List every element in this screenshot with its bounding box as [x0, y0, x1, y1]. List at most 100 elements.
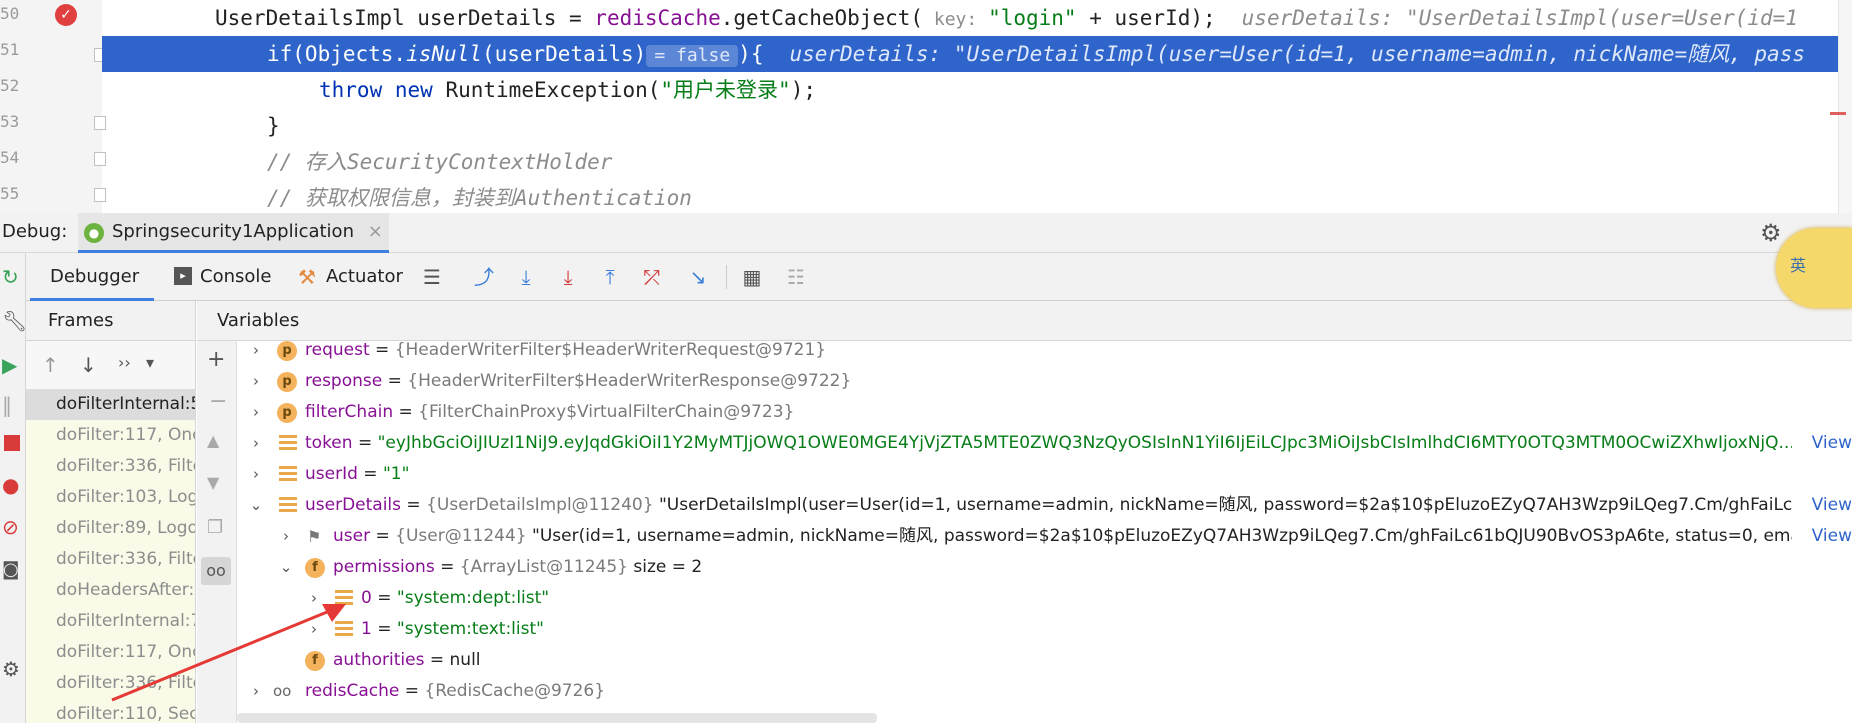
variable-value: "system:text:list" — [396, 619, 544, 639]
variable-row[interactable]: › p response = {HeaderWriterFilter$Heade… — [237, 366, 1852, 397]
chevron-down-icon[interactable]: ⌄ — [279, 552, 293, 583]
evaluate-expression-icon[interactable]: ▦ — [740, 265, 764, 289]
keyword: throw — [319, 78, 383, 102]
frame-item[interactable]: doFilter:336, Filte — [26, 544, 195, 575]
mute-breakpoints-icon[interactable]: ⊘ — [2, 515, 19, 539]
move-up-icon[interactable]: ▲ — [207, 431, 219, 450]
frame-item[interactable]: doFilter:117, Onc — [26, 420, 195, 451]
line-number: 55 — [0, 184, 20, 203]
chevron-right-icon[interactable]: › — [249, 366, 263, 397]
variable-row[interactable]: f authorities = null — [237, 645, 1852, 676]
chevron-right-icon[interactable]: › — [249, 341, 263, 366]
view-link[interactable]: View — [1805, 521, 1852, 552]
frame-item[interactable]: doFilter:89, Logo — [26, 513, 195, 544]
frame-item[interactable]: doFilter:336, Filte — [26, 451, 195, 482]
wrench-icon[interactable]: 🔧︎ — [2, 309, 27, 333]
code-text: if(Objects. — [267, 42, 407, 66]
breakpoint-icon[interactable]: ✓ — [55, 4, 77, 26]
settings-icon[interactable]: ⚙ — [2, 657, 20, 681]
camera-icon[interactable]: ◙ — [2, 559, 19, 580]
frame-item[interactable]: doFilter:103, Logo — [26, 482, 195, 513]
field-icon: f — [305, 558, 325, 578]
ime-floating-badge[interactable]: 英 — [1776, 228, 1852, 308]
code-line[interactable]: throw new RuntimeException("用户未登录"); — [102, 72, 1852, 108]
chevron-right-icon[interactable]: › — [249, 459, 263, 490]
parameter-icon: p — [277, 341, 297, 361]
copy-icon[interactable]: ❐ — [207, 517, 223, 538]
current-execution-line[interactable]: if(Objects.isNull(userDetails) = false){u… — [102, 36, 1852, 72]
chevron-right-icon[interactable]: › — [249, 397, 263, 428]
variable-row[interactable]: › token = "eyJhbGciOiJIUzI1NiJ9.eyJqdGki… — [237, 428, 1852, 459]
keyword: new — [394, 78, 433, 102]
editor-scrollbar[interactable] — [1838, 0, 1852, 213]
frames-title: Frames — [48, 310, 114, 331]
debug-session-tab[interactable]: ● Springsecurity1Application × — [78, 213, 389, 253]
drop-frame-icon[interactable]: ⤱ — [640, 265, 664, 289]
menu-icon[interactable]: ☰ — [420, 265, 444, 289]
variable-name: filterChain — [305, 402, 394, 422]
variable-row[interactable]: ⌄ userDetails = {UserDetailsImpl@11240} … — [237, 490, 1852, 521]
view-breakpoints-icon[interactable]: ● — [2, 473, 19, 497]
code-line[interactable]: UserDetailsImpl userDetails = redisCache… — [102, 0, 1852, 36]
step-into-icon[interactable]: ⤓ — [556, 265, 580, 289]
comment-line[interactable]: // 存入SecurityContextHolder — [102, 144, 1852, 180]
more-icon[interactable]: ›› — [118, 353, 131, 372]
view-link[interactable]: View — [1805, 490, 1852, 521]
chevron-down-icon[interactable]: ⌄ — [249, 490, 263, 521]
arrow-up-icon[interactable]: ↑ — [42, 353, 59, 377]
debug-label: Debug: — [2, 221, 68, 242]
tab-label: Debugger — [50, 266, 140, 287]
remove-watch-icon[interactable]: − — [209, 389, 227, 414]
close-icon[interactable]: × — [368, 221, 383, 242]
rerun-icon[interactable]: ↻ — [2, 265, 19, 289]
tab-actuator[interactable]: ⚒ Actuator — [298, 253, 410, 301]
variable-row[interactable]: › p request = {HeaderWriterFilter$Header… — [237, 341, 1852, 366]
stop-icon[interactable] — [4, 435, 20, 451]
glasses-icon[interactable]: oo — [201, 557, 231, 585]
method-call: isNull — [406, 42, 482, 66]
code-editor[interactable]: 50 51 52 53 54 55 ✓ UserDetailsImpl user… — [0, 0, 1852, 213]
variable-type: {User@11244} — [395, 526, 527, 546]
variable-row[interactable]: › 0 = "system:dept:list" — [237, 583, 1852, 614]
variable-row[interactable]: › userId = "1" — [237, 459, 1852, 490]
step-over-icon[interactable]: ⤓ — [514, 265, 538, 289]
step-out-icon[interactable]: ⤒ — [598, 265, 622, 289]
add-watch-icon[interactable]: + — [207, 347, 225, 372]
variable-value: "eyJhbGciOiJIUzI1NiJ9.eyJqdGkiOiI1Y2MyMT… — [377, 433, 1792, 453]
settings-gear-icon[interactable]: ⚙ — [1760, 219, 1782, 247]
variable-row[interactable]: › ⚑ user = {User@11244} "User(id=1, user… — [237, 521, 1852, 552]
variables-tree[interactable]: › p request = {HeaderWriterFilter$Header… — [237, 341, 1852, 723]
line-number: 54 — [0, 148, 20, 167]
move-down-icon[interactable]: ▼ — [207, 473, 219, 492]
show-execution-point-icon[interactable]: ⤴ — [472, 265, 496, 289]
variable-type: {ArrayList@11245} — [459, 557, 628, 577]
tab-console[interactable]: ▸ Console — [170, 253, 282, 301]
chevron-right-icon[interactable]: › — [279, 521, 293, 552]
run-to-cursor-icon[interactable]: ↘ — [686, 265, 710, 289]
error-stripe-marker[interactable] — [1830, 112, 1846, 115]
variable-value: "system:dept:list" — [396, 588, 550, 608]
resume-icon[interactable]: ▶ — [2, 353, 17, 377]
code-text: ); — [790, 78, 816, 102]
variable-row[interactable]: › oo redisCache = {RedisCache@9726} — [237, 676, 1852, 707]
inline-debug-value: userDetails: "UserDetailsImpl(user=User(… — [789, 42, 1805, 66]
pause-icon[interactable]: ‖ — [2, 393, 12, 417]
chevron-right-icon[interactable]: › — [249, 428, 263, 459]
variable-row[interactable]: ⌄ f permissions = {ArrayList@11245} size… — [237, 552, 1852, 583]
variable-row[interactable]: › p filterChain = {FilterChainProxy$Virt… — [237, 397, 1852, 428]
horizontal-scrollbar[interactable] — [237, 713, 877, 723]
variables-header: Variables — [197, 301, 1852, 341]
variables-title: Variables — [217, 310, 300, 331]
comment-line[interactable]: // 获取权限信息，封装到Authentication — [102, 180, 1852, 213]
trace-icon[interactable]: ☷ — [784, 265, 808, 289]
chevron-down-icon[interactable]: ▾ — [146, 353, 154, 372]
frame-item[interactable]: doFilterInternal:5 — [26, 389, 195, 420]
code-line[interactable]: } — [102, 108, 1852, 144]
variable-type: {FilterChainProxy$VirtualFilterChain@972… — [418, 402, 795, 422]
code-text: UserDetailsImpl userDetails = — [215, 6, 595, 30]
tab-debugger[interactable]: Debugger — [30, 253, 154, 301]
arrow-down-icon[interactable]: ↓ — [80, 353, 97, 377]
variable-row[interactable]: › 1 = "system:text:list" — [237, 614, 1852, 645]
equals: = — [399, 681, 425, 701]
view-link[interactable]: View — [1805, 428, 1852, 459]
